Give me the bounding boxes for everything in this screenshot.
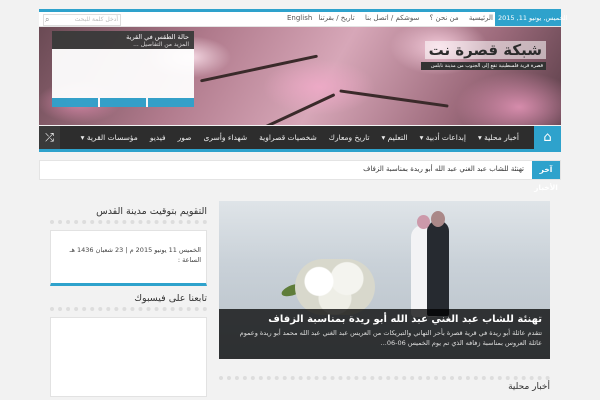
calendar-title: التقويم بتوقيت مدينة القدس bbox=[50, 206, 207, 224]
news-ticker: آخر الأخبار تهنئة للشاب عبد الغني عبد ال… bbox=[39, 160, 561, 192]
featured-article[interactable]: تهنئة للشاب عبد الغني عبد الله أبو ريدة … bbox=[219, 201, 550, 359]
home-icon[interactable]: ⌂ bbox=[534, 126, 561, 149]
current-date: الخميس, يونيو 11, 2015 bbox=[495, 12, 567, 26]
weather-title: حالة الطقس في القرية bbox=[126, 33, 189, 41]
featured-caption: تهنئة للشاب عبد الغني عبد الله أبو ريدة … bbox=[219, 309, 550, 359]
top-menu-item[interactable]: تاريخ / بقرتنا bbox=[318, 14, 354, 22]
nav-item-education[interactable]: التعليم ▾ bbox=[375, 126, 413, 149]
ticker-headline[interactable]: تهنئة للشاب عبد الغني عبد الله أبو ريدة … bbox=[363, 165, 524, 173]
top-menu-item[interactable]: سوشكم / اتصل بنا bbox=[365, 14, 419, 22]
weather-forecast-bar bbox=[52, 98, 194, 107]
site-tagline: قصرة قرية فلسطينية تقع إلى الجنوب من مدي… bbox=[421, 62, 546, 70]
nav-item-personalities[interactable]: شخصيات قصراوية bbox=[253, 126, 323, 149]
site-header: حالة الطقس في القرية المزيد من التفاصيل … bbox=[39, 27, 561, 125]
nav-item-history[interactable]: تاريخ ومعارك bbox=[323, 126, 376, 149]
search-input[interactable]: ⌕ أدخل كلمة للبحث bbox=[43, 14, 121, 26]
nav-item-local-news[interactable]: أخبار محلية ▾ bbox=[472, 126, 525, 149]
branch-decoration bbox=[252, 93, 336, 125]
branch-decoration bbox=[339, 89, 449, 108]
photo-bride-head bbox=[417, 215, 430, 229]
featured-headline[interactable]: تهنئة للشاب عبد الغني عبد الله أبو ريدة … bbox=[227, 314, 542, 325]
nav-item-institutions[interactable]: مؤسسات القرية ▾ bbox=[75, 126, 144, 149]
shuffle-icon[interactable]: ⤮ bbox=[39, 126, 60, 149]
calendar-text: الخميس 11 يونيو 2015 م | 23 شعبان 1436 ه… bbox=[69, 246, 201, 264]
top-bar: ⌕ أدخل كلمة للبحث English الرئيسية من نح… bbox=[39, 9, 567, 27]
main-navigation: ⤮ أخبار محلية ▾ إبداعات أدبية ▾ التعليم … bbox=[39, 126, 561, 152]
calendar-widget: الخميس 11 يونيو 2015 م | 23 شعبان 1436 ه… bbox=[50, 230, 207, 286]
top-menu-item[interactable]: الرئيسية bbox=[469, 14, 493, 22]
facebook-widget-block: تابعنا على فيسبوك bbox=[50, 293, 207, 397]
photo-bouquet bbox=[295, 259, 375, 315]
nav-item-literary[interactable]: إبداعات أدبية ▾ bbox=[414, 126, 472, 149]
nav-item-martyrs[interactable]: شهداء وأسرى bbox=[197, 126, 253, 149]
weather-header: حالة الطقس في القرية المزيد من التفاصيل … bbox=[52, 31, 194, 49]
site-name[interactable]: شبكة قصرة نت bbox=[424, 41, 546, 59]
ticker-label: آخر الأخبار bbox=[532, 161, 560, 192]
featured-excerpt: تتقدم عائلة أبو ريدة في قرية قصرة بأحر ا… bbox=[239, 329, 542, 347]
facebook-widget[interactable] bbox=[50, 317, 207, 397]
top-menu-item[interactable]: من نحن ؟ bbox=[430, 14, 459, 22]
search-icon[interactable]: ⌕ bbox=[45, 15, 49, 25]
photo-groom-head bbox=[431, 211, 445, 227]
branch-decoration bbox=[199, 54, 319, 83]
weather-more-link[interactable]: المزيد من التفاصيل ... bbox=[57, 41, 189, 48]
nav-menu: أخبار محلية ▾ إبداعات أدبية ▾ التعليم ▾ … bbox=[75, 126, 525, 149]
weather-widget[interactable]: حالة الطقس في القرية المزيد من التفاصيل … bbox=[52, 31, 194, 107]
site-logo[interactable]: شبكة قصرة نت قصرة قرية فلسطينية تقع إلى … bbox=[421, 41, 546, 79]
language-link[interactable]: English bbox=[287, 14, 312, 22]
facebook-title: تابعنا على فيسبوك bbox=[50, 293, 207, 311]
top-menu: الرئيسية من نحن ؟ سوشكم / اتصل بنا تاريخ… bbox=[310, 14, 493, 22]
photo-groom bbox=[427, 221, 449, 316]
search-placeholder: أدخل كلمة للبحث bbox=[74, 16, 118, 23]
nav-item-photos[interactable]: صور bbox=[172, 126, 198, 149]
nav-item-video[interactable]: فيديو bbox=[144, 126, 172, 149]
section-title-local-news[interactable]: أخبار محلية bbox=[219, 380, 550, 400]
calendar-widget-block: التقويم بتوقيت مدينة القدس الخميس 11 يون… bbox=[50, 206, 207, 286]
